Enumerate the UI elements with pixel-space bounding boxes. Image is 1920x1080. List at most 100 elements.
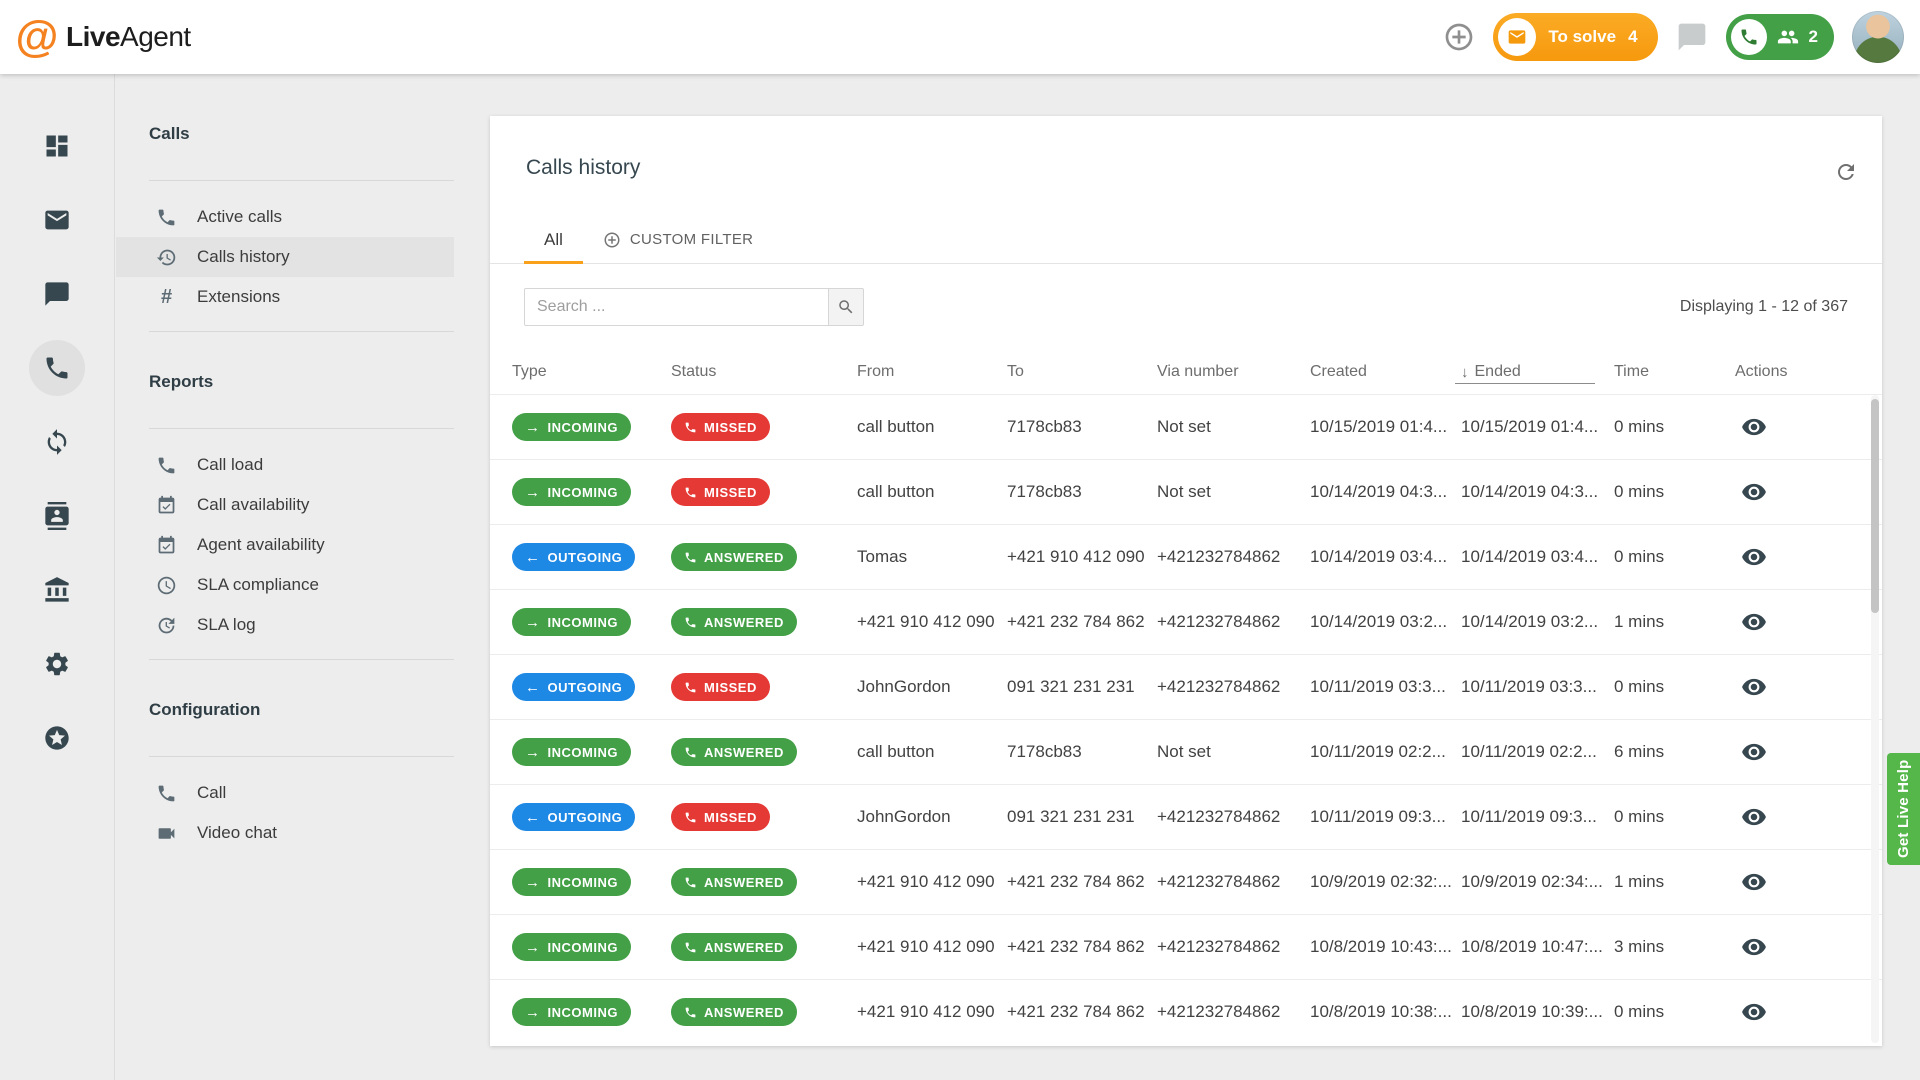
sidebar-item-agent-availability[interactable]: Agent availability (116, 525, 454, 565)
sidebar-item-calls-history[interactable]: Calls history (116, 237, 454, 277)
column-header-time[interactable]: Time (1614, 350, 1735, 394)
column-header-created[interactable]: Created (1310, 350, 1461, 394)
table-row[interactable]: → INCOMING ANSWERED +421 910 412 090 +42… (490, 914, 1882, 979)
rail-item-automation[interactable] (29, 414, 85, 470)
view-call-button[interactable] (1741, 804, 1767, 830)
column-header-to[interactable]: To (1007, 350, 1157, 394)
gear-icon (43, 650, 71, 678)
search-icon (837, 298, 855, 316)
table-row[interactable]: → INCOMING ANSWERED call button 7178cb83… (490, 719, 1882, 784)
view-call-button[interactable] (1741, 869, 1767, 895)
view-call-button[interactable] (1741, 739, 1767, 765)
sidebar-section-calls: Calls Active calls Calls history # Exten… (116, 124, 454, 332)
table-row[interactable]: → INCOMING MISSED call button 7178cb83 N… (490, 459, 1882, 524)
column-header-type[interactable]: Type (512, 350, 671, 394)
to-solve-button[interactable]: To solve 4 (1493, 13, 1657, 61)
column-header-via-number[interactable]: Via number (1157, 350, 1310, 394)
mail-icon (43, 206, 71, 234)
add-button[interactable] (1443, 21, 1475, 53)
view-call-button[interactable] (1741, 934, 1767, 960)
table-row[interactable]: → INCOMING MISSED call button 7178cb83 N… (490, 394, 1882, 459)
type-cell: → INCOMING (512, 933, 671, 961)
to-cell: +421 232 784 862 (1007, 1002, 1157, 1022)
column-header-from[interactable]: From (857, 350, 1007, 394)
brand-text: LiveAgent (66, 21, 191, 53)
via-number-cell: +421232784862 (1157, 937, 1310, 957)
time-cell: 0 mins (1614, 677, 1735, 697)
sidebar-item-call-config[interactable]: Call (116, 773, 454, 813)
call-status-badge: ANSWERED (671, 933, 797, 961)
eye-icon (1741, 999, 1767, 1025)
sidebar-item-call-load[interactable]: Call load (116, 445, 454, 485)
sidebar-item-active-calls[interactable]: Active calls (116, 197, 454, 237)
table-row[interactable]: ← OUTGOING MISSED JohnGordon 091 321 231… (490, 654, 1882, 719)
column-header-status[interactable]: Status (671, 350, 857, 394)
view-call-button[interactable] (1741, 609, 1767, 635)
scrollbar-thumb[interactable] (1871, 399, 1879, 613)
refresh-button[interactable] (1834, 160, 1858, 184)
search-group (524, 288, 864, 326)
from-cell: +421 910 412 090 (857, 612, 1007, 632)
rail-item-billing[interactable] (29, 562, 85, 618)
rail-item-starred[interactable] (29, 710, 85, 766)
rail-item-dashboard[interactable] (29, 118, 85, 174)
call-status-badge: ANSWERED (671, 868, 797, 896)
table-row[interactable]: ← OUTGOING MISSED JohnGordon 091 321 231… (490, 784, 1882, 849)
rail-item-settings[interactable] (29, 636, 85, 692)
call-type-badge: ← OUTGOING (512, 543, 635, 571)
time-cell: 6 mins (1614, 742, 1735, 762)
liveagent-logo[interactable]: @ LiveAgent (0, 14, 191, 60)
rail-item-customers[interactable] (29, 488, 85, 544)
sidebar-item-sla-compliance[interactable]: SLA compliance (116, 565, 454, 605)
from-cell: call button (857, 482, 1007, 502)
search-button[interactable] (828, 288, 864, 326)
phone-status-button[interactable]: 2 (1726, 14, 1834, 60)
table-row[interactable]: → INCOMING ANSWERED +421 910 412 090 +42… (490, 589, 1882, 654)
call-status-label: ANSWERED (704, 745, 784, 760)
view-call-button[interactable] (1741, 544, 1767, 570)
avatar[interactable] (1852, 11, 1904, 63)
sidebar-section-configuration: Configuration Call Video chat (116, 700, 454, 867)
from-cell: +421 910 412 090 (857, 937, 1007, 957)
sidebar-item-video-chat[interactable]: Video chat (116, 813, 454, 853)
from-cell: call button (857, 742, 1007, 762)
view-call-button[interactable] (1741, 674, 1767, 700)
status-cell: MISSED (671, 673, 857, 701)
phone-icon (684, 616, 697, 629)
table-row[interactable]: → INCOMING ANSWERED +421 910 412 090 +42… (490, 849, 1882, 914)
rail-item-calls[interactable] (29, 340, 85, 396)
eye-icon (1741, 544, 1767, 570)
tab-custom-filter[interactable]: CUSTOM FILTER (583, 218, 773, 264)
call-status-label: MISSED (704, 810, 757, 825)
stars-icon (43, 724, 71, 752)
table-row[interactable]: ← OUTGOING ANSWERED Tomas +421 910 412 0… (490, 524, 1882, 589)
search-input[interactable] (524, 288, 829, 326)
rail-item-chats[interactable] (29, 266, 85, 322)
rail-item-tickets[interactable] (29, 192, 85, 248)
direction-arrow-icon: → (525, 1005, 541, 1020)
call-type-badge: → INCOMING (512, 478, 631, 506)
table-row[interactable]: → INCOMING ANSWERED +421 910 412 090 +42… (490, 979, 1882, 1044)
to-cell: +421 910 412 090 (1007, 547, 1157, 567)
sidebar-item-extensions[interactable]: # Extensions (116, 277, 454, 317)
section-title-reports: Reports (149, 372, 454, 392)
sidebar-item-call-availability[interactable]: Call availability (116, 485, 454, 525)
chat-status-button[interactable] (1676, 21, 1708, 53)
table-scrollbar[interactable] (1871, 395, 1879, 1043)
call-status-badge: ANSWERED (671, 738, 797, 766)
calls-history-card: Calls history All CUSTOM FILTER Displayi… (490, 116, 1882, 1046)
column-header-ended[interactable]: ↓ Ended (1461, 350, 1614, 394)
sidebar-item-sla-log[interactable]: SLA log (116, 605, 454, 645)
time-cell: 1 mins (1614, 872, 1735, 892)
tab-all[interactable]: All (524, 218, 583, 264)
phone-icon (684, 551, 697, 564)
created-cell: 10/11/2019 09:3... (1310, 807, 1461, 827)
view-call-button[interactable] (1741, 414, 1767, 440)
get-live-help-tab[interactable]: Get Live Help (1887, 753, 1920, 865)
eye-icon (1741, 479, 1767, 505)
ended-cell: 10/15/2019 01:4... (1461, 417, 1614, 437)
view-call-button[interactable] (1741, 479, 1767, 505)
view-call-button[interactable] (1741, 999, 1767, 1025)
ended-cell: 10/14/2019 03:2... (1461, 612, 1614, 632)
call-status-badge: MISSED (671, 478, 770, 506)
